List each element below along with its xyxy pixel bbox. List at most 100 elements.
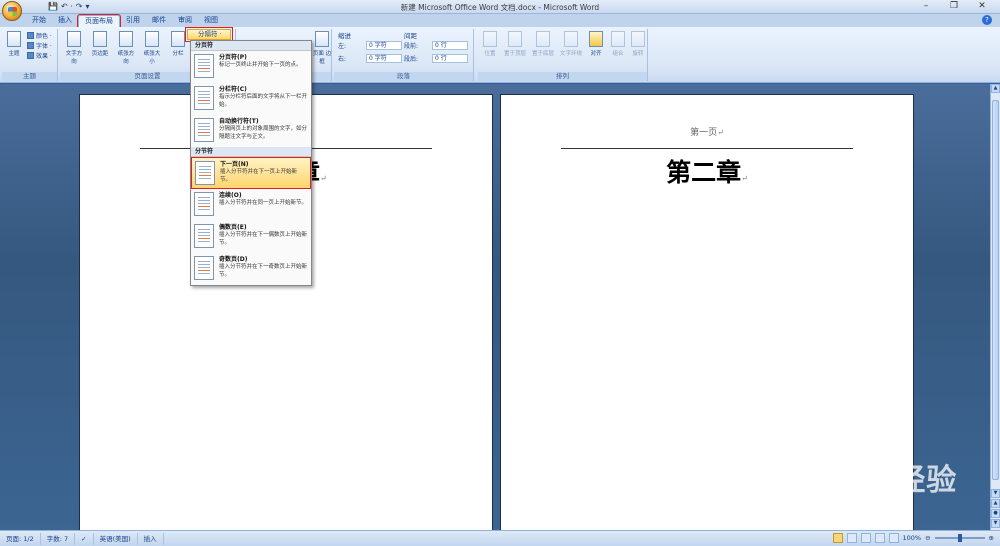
text-wrap-icon [564, 31, 578, 47]
status-language[interactable]: 英语(美国) [94, 532, 138, 545]
outline-view-icon[interactable] [874, 533, 885, 543]
next-page-icon[interactable]: ▼ [991, 519, 1000, 528]
send-back-icon [536, 31, 550, 47]
indent-left-label: 左: [338, 42, 347, 50]
fonts-icon [27, 42, 34, 49]
office-button[interactable] [2, 1, 22, 21]
print-layout-view-icon[interactable] [832, 533, 843, 543]
spacing-after-label: 段后: [404, 55, 419, 63]
zoom-in-icon[interactable]: ⊕ [989, 534, 994, 542]
rotate-label: 旋转 [632, 51, 644, 57]
position-button[interactable]: 位置 [480, 31, 500, 57]
draft-view-icon[interactable] [888, 533, 899, 543]
page-2-header[interactable]: 第一页↵ [501, 125, 913, 138]
bring-front-button[interactable]: 置于顶层 [502, 31, 528, 57]
text-direction-label: 文字方向 [65, 51, 83, 65]
colors-icon [27, 32, 34, 39]
page-2-chapter-text: 第二章 [666, 158, 742, 187]
indent-right-label: 右: [338, 55, 347, 63]
tab-insert[interactable]: 插入 [52, 15, 78, 27]
previous-page-icon[interactable]: ▲ [991, 499, 1000, 508]
size-label: 纸张大小 [143, 51, 161, 65]
column-break-icon [194, 86, 214, 110]
menu-item-column-break[interactable]: 分栏符(C) 指示分栏符后面的文字将从下一栏开始。 [191, 83, 311, 115]
paragraph-mark-icon: ↵ [320, 174, 327, 183]
web-layout-view-icon[interactable] [860, 533, 871, 543]
zoom-slider-knob[interactable] [957, 534, 962, 542]
menu-item-desc: 插入分节符并在下一页上开始新节。 [220, 169, 298, 183]
zoom-out-icon[interactable]: ⊖ [925, 534, 930, 542]
menu-item-page-break[interactable]: 分页符(P) 标记一页终止并开始下一页的点。 [191, 51, 311, 83]
indent-right-input[interactable]: 0 字符 [366, 53, 402, 63]
columns-button[interactable]: 分栏 [168, 31, 188, 57]
tab-mailings[interactable]: 邮件 [146, 15, 172, 27]
paragraph-mark-icon: ↵ [717, 128, 724, 137]
select-browse-object-icon[interactable]: ● [991, 509, 1000, 518]
paragraph-group: 缩进 间距 左: 0 字符 右: 0 字符 段前: 0 行 段后: 0 行 段落 [334, 29, 474, 81]
menu-item-text-wrapping-break[interactable]: 自动换行符(T) 分隔网页上的对象周围的文字，如分隔题注文字与正文。 [191, 115, 311, 147]
full-screen-view-icon[interactable] [846, 533, 857, 543]
rotate-icon [631, 31, 645, 47]
menu-item-even-page[interactable]: 偶数页(E) 插入分节符并在下一偶数页上开始新节。 [191, 221, 311, 253]
close-button[interactable]: ✕ [968, 0, 996, 13]
page-borders-button[interactable]: 页面 边框 [312, 31, 332, 65]
margins-button[interactable]: 页边距 [90, 31, 110, 57]
vertical-scrollbar[interactable]: ▲ ▼ ▲ ● ▼ [990, 84, 1000, 530]
group-icon [611, 31, 625, 47]
group-label: 组合 [612, 51, 624, 57]
align-button[interactable]: 对齐 [586, 31, 606, 57]
group-button[interactable]: 组合 [608, 31, 628, 57]
text-wrap-button[interactable]: 文字环绕 [558, 31, 584, 57]
baidu-paw-icon [826, 470, 849, 493]
status-page-count[interactable]: 页面: 1/2 [0, 532, 41, 545]
fonts-label: 字体 · [36, 43, 52, 50]
bring-front-label: 置于顶层 [503, 51, 526, 57]
status-word-count[interactable]: 字数: 7 [41, 532, 76, 545]
effects-label: 效果 · [36, 53, 52, 60]
menu-item-title: 分页符(P) [219, 54, 247, 61]
window-title: 新建 Microsoft Office Word 文档.docx - Micro… [400, 3, 600, 12]
help-icon[interactable]: ? [982, 15, 992, 25]
tab-page-layout[interactable]: 页面布局 [77, 14, 121, 28]
tab-view[interactable]: 视图 [198, 15, 224, 27]
spacing-before: 段前: 0 行 [404, 40, 468, 50]
indent-right: 右: 0 字符 [338, 53, 402, 63]
page-2-chapter-title[interactable]: 第二章↵ [501, 153, 913, 189]
fonts-button[interactable]: 字体 · [27, 41, 52, 50]
text-direction-button[interactable]: 文字方向 [64, 31, 84, 65]
baidu-jingyan-watermark: Bai du经验 jingyan.baidu.com [768, 455, 957, 507]
restore-button[interactable]: ❐ [940, 0, 968, 13]
zoom-level[interactable]: 100% [903, 534, 922, 542]
send-back-button[interactable]: 置于底层 [530, 31, 556, 57]
breaks-button[interactable]: 分隔符 · [185, 27, 233, 42]
orientation-button[interactable]: 纸张方向 [116, 31, 136, 65]
menu-item-desc: 插入分节符并在下一奇数页上开始新节。 [219, 264, 308, 278]
effects-button[interactable]: 效果 · [27, 51, 52, 60]
menu-item-odd-page[interactable]: 奇数页(D) 插入分节符并在下一奇数页上开始新节。 [191, 253, 311, 285]
minimize-button[interactable]: – [912, 0, 940, 13]
indent-left-input[interactable]: 0 字符 [366, 40, 402, 50]
tab-references[interactable]: 引用 [120, 15, 146, 27]
spacing-before-input[interactable]: 0 行 [432, 40, 468, 50]
menu-item-next-page[interactable]: 下一页(N) 插入分节符并在下一页上开始新节。 [191, 157, 311, 189]
size-button[interactable]: 纸张大小 [142, 31, 162, 65]
scroll-up-icon[interactable]: ▲ [991, 84, 1000, 93]
effects-icon [27, 52, 34, 59]
rotate-button[interactable]: 旋转 [628, 31, 648, 57]
scroll-thumb[interactable] [992, 100, 999, 480]
spacing-after-input[interactable]: 0 行 [432, 53, 468, 63]
spacing-before-label: 段前: [404, 42, 419, 50]
tab-review[interactable]: 审阅 [172, 15, 198, 27]
colors-button[interactable]: 颜色 · [27, 31, 52, 40]
zoom-slider[interactable] [934, 534, 985, 542]
indent-left: 左: 0 字符 [338, 40, 402, 50]
themes-button[interactable]: 主题 [4, 31, 24, 57]
proofing-icon[interactable]: ✓ [75, 532, 94, 545]
scroll-down-icon[interactable]: ▼ [991, 489, 1000, 498]
text-wrapping-break-icon [194, 118, 214, 142]
tab-home[interactable]: 开始 [26, 15, 52, 27]
status-insert-mode[interactable]: 插入 [138, 532, 164, 545]
align-label: 对齐 [590, 51, 602, 57]
size-icon [145, 31, 159, 47]
menu-item-continuous[interactable]: 连续(O) 插入分节符并在同一页上开始新节。 [191, 189, 311, 221]
